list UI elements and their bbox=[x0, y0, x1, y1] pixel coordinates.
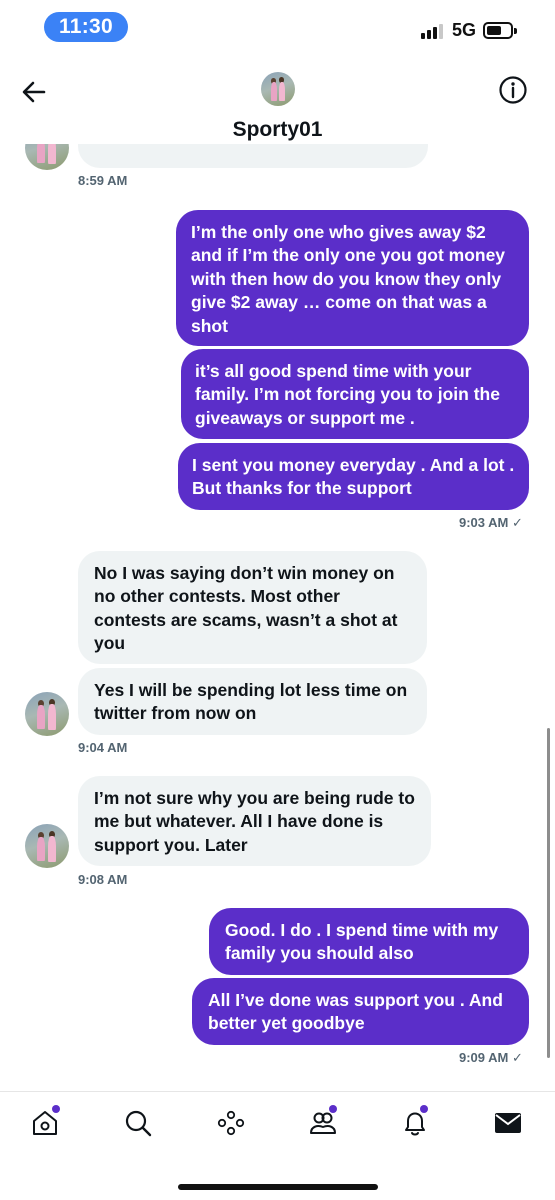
arrow-left-icon bbox=[22, 81, 46, 103]
mail-icon bbox=[495, 1113, 521, 1133]
message-bubble-incoming[interactable]: Yes I will be spending lot less time on … bbox=[78, 668, 427, 735]
sender-avatar[interactable] bbox=[25, 692, 69, 736]
message-text: I’m the only one who gives away $2 and i… bbox=[191, 222, 506, 336]
message-bubble-outgoing[interactable]: it’s all good spend time with your famil… bbox=[181, 349, 529, 439]
scrollbar[interactable] bbox=[547, 728, 550, 1058]
message-bubble-outgoing[interactable]: All I’ve done was support you . And bett… bbox=[192, 978, 529, 1045]
nav-home[interactable] bbox=[30, 1105, 60, 1138]
message-bubble-outgoing[interactable]: I’m the only one who gives away $2 and i… bbox=[176, 210, 529, 346]
search-icon bbox=[125, 1110, 152, 1137]
message-timestamp: 9:04 AM bbox=[78, 740, 128, 755]
conversation-header: Sporty01 bbox=[0, 52, 555, 144]
conversation-avatar[interactable] bbox=[261, 72, 295, 106]
conversation-title[interactable]: Sporty01 bbox=[0, 118, 555, 142]
status-bar: 11:30 5G bbox=[0, 0, 555, 52]
info-button[interactable] bbox=[498, 75, 528, 105]
message-timestamp: 9:09 AM ✓ bbox=[459, 1050, 523, 1065]
status-time[interactable]: 11:30 bbox=[44, 12, 128, 42]
nav-notifications[interactable] bbox=[400, 1105, 430, 1138]
nav-search[interactable] bbox=[123, 1108, 153, 1138]
home-indicator[interactable] bbox=[178, 1184, 378, 1190]
info-icon bbox=[499, 76, 527, 104]
message-text: Good. I do . I spend time with my family… bbox=[225, 920, 499, 964]
message-timestamp: 9:03 AM ✓ bbox=[459, 515, 523, 530]
message-timestamp: 8:59 AM bbox=[78, 173, 128, 188]
message-bubble-outgoing[interactable]: Good. I do . I spend time with my family… bbox=[209, 908, 529, 975]
notification-dot bbox=[329, 1105, 337, 1113]
nav-spaces[interactable] bbox=[216, 1108, 246, 1138]
notification-dot bbox=[52, 1105, 60, 1113]
battery-icon bbox=[483, 22, 517, 39]
network-type: 5G bbox=[452, 20, 477, 40]
message-text: No I was saying don’t win money on no ot… bbox=[94, 563, 398, 654]
message-timestamp: 9:08 AM bbox=[78, 872, 128, 887]
spaces-icon bbox=[217, 1110, 245, 1136]
message-text: Yes I will be spending lot less time on … bbox=[94, 680, 408, 724]
message-text: it’s all good spend time with your famil… bbox=[195, 361, 500, 428]
signal-icon bbox=[421, 21, 443, 39]
message-text: All I’ve done was support you . And bett… bbox=[208, 990, 503, 1034]
message-bubble-incoming[interactable]: I’m not sure why you are being rude to m… bbox=[78, 776, 431, 866]
notification-dot bbox=[420, 1105, 428, 1113]
back-button[interactable] bbox=[18, 76, 50, 108]
nav-communities[interactable] bbox=[308, 1105, 338, 1138]
message-bubble-outgoing[interactable]: I sent you money everyday . And a lot . … bbox=[178, 443, 529, 510]
nav-messages[interactable] bbox=[493, 1108, 523, 1138]
message-thread[interactable]: 8:59 AM I’m the only one who gives away … bbox=[0, 0, 555, 1090]
sender-avatar[interactable] bbox=[25, 824, 69, 868]
message-bubble-incoming[interactable]: No I was saying don’t win money on no ot… bbox=[78, 551, 427, 664]
message-text: I’m not sure why you are being rude to m… bbox=[94, 788, 415, 855]
message-text: I sent you money everyday . And a lot . … bbox=[192, 455, 515, 499]
